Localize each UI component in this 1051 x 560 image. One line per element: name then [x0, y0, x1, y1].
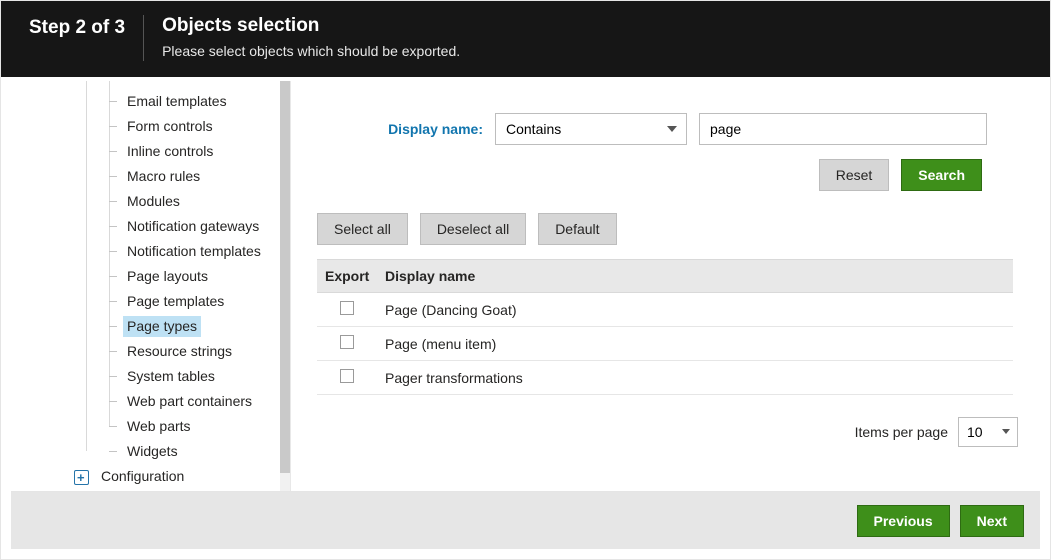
items-per-page-label: Items per page: [855, 424, 948, 440]
col-header-display-name: Display name: [377, 260, 1013, 292]
filter-row: Display name: Contains: [373, 113, 1020, 145]
row-display-name: Page (Dancing Goat): [377, 294, 1013, 326]
tree-item-label: Notification gateways: [123, 216, 263, 237]
tree-item[interactable]: Resource strings: [11, 339, 280, 364]
tree-item[interactable]: Page layouts: [11, 264, 280, 289]
row-display-name: Pager transformations: [377, 362, 1013, 394]
tree-node-label: Configuration: [101, 468, 184, 484]
object-tree-sidebar: Email templates Form controls Inline contr…: [11, 81, 291, 491]
tree-item-label: Web part containers: [123, 391, 256, 412]
sidebar-scrollbar-thumb[interactable]: [280, 81, 290, 473]
objects-table: Export Display name Page (Dancing Goat)P…: [317, 259, 1013, 395]
col-header-export: Export: [317, 260, 377, 292]
tree-item-label: Form controls: [123, 116, 217, 137]
export-checkbox[interactable]: [340, 301, 354, 315]
export-checkbox[interactable]: [340, 335, 354, 349]
tree-item-label: Web parts: [123, 416, 195, 437]
tree-item-label: Page layouts: [123, 266, 212, 287]
table-header-row: Export Display name: [317, 259, 1013, 293]
tree-item[interactable]: Web part containers: [11, 389, 280, 414]
tree-item[interactable]: Page types: [11, 314, 280, 339]
tree-item[interactable]: Web parts: [11, 414, 280, 439]
row-display-name: Page (menu item): [377, 328, 1013, 360]
tree-item-label: Modules: [123, 191, 184, 212]
reset-button[interactable]: Reset: [819, 159, 890, 191]
table-row: Pager transformations: [317, 361, 1013, 395]
sidebar-scrollbar-track[interactable]: [280, 81, 290, 491]
search-button[interactable]: Search: [901, 159, 982, 191]
tree-item[interactable]: System tables: [11, 364, 280, 389]
table-row: Page (Dancing Goat): [317, 293, 1013, 327]
tree-item-label: Inline controls: [123, 141, 217, 162]
tree-item-label: Page types: [123, 316, 201, 337]
tree-item[interactable]: Macro rules: [11, 164, 280, 189]
tree-item-label: Resource strings: [123, 341, 236, 362]
tree-item[interactable]: Email templates: [11, 89, 280, 114]
tree-item-label: Macro rules: [123, 166, 204, 187]
tree-node-configuration[interactable]: Configuration: [11, 464, 280, 489]
page-title: Objects selection: [162, 15, 460, 37]
deselect-all-button[interactable]: Deselect all: [420, 213, 526, 245]
page-subtitle: Please select objects which should be ex…: [162, 43, 460, 59]
main-content: Display name: Contains Reset Search Sele…: [291, 81, 1040, 491]
object-tree: Email templates Form controls Inline contr…: [11, 81, 280, 489]
table-row: Page (menu item): [317, 327, 1013, 361]
header-divider: [143, 15, 144, 61]
tree-item[interactable]: Widgets: [11, 439, 280, 464]
wizard-footer: Previous Next: [11, 491, 1040, 549]
filter-label: Display name:: [373, 121, 483, 137]
tree-item[interactable]: Notification gateways: [11, 214, 280, 239]
default-button[interactable]: Default: [538, 213, 616, 245]
tree-item[interactable]: Notification templates: [11, 239, 280, 264]
previous-button[interactable]: Previous: [857, 505, 950, 537]
tree-item-label: System tables: [123, 366, 219, 387]
tree-item[interactable]: Page templates: [11, 289, 280, 314]
next-button[interactable]: Next: [960, 505, 1024, 537]
wizard-header: Step 2 of 3 Objects selection Please sel…: [1, 1, 1050, 77]
select-all-button[interactable]: Select all: [317, 213, 408, 245]
tree-item-label: Page templates: [123, 291, 228, 312]
tree-item-label: Email templates: [123, 91, 231, 112]
export-checkbox[interactable]: [340, 369, 354, 383]
filter-value-input[interactable]: [699, 113, 987, 145]
tree-item-label: Widgets: [123, 441, 182, 462]
items-per-page-select[interactable]: 10: [958, 417, 1018, 447]
pager-row: Items per page 10: [317, 417, 1020, 447]
tree-item[interactable]: Modules: [11, 189, 280, 214]
tree-item[interactable]: Form controls: [11, 114, 280, 139]
filter-operator-select[interactable]: Contains: [495, 113, 687, 145]
wizard-step-indicator: Step 2 of 3: [29, 15, 125, 39]
tree-item[interactable]: Inline controls: [11, 139, 280, 164]
tree-item-label: Notification templates: [123, 241, 265, 262]
